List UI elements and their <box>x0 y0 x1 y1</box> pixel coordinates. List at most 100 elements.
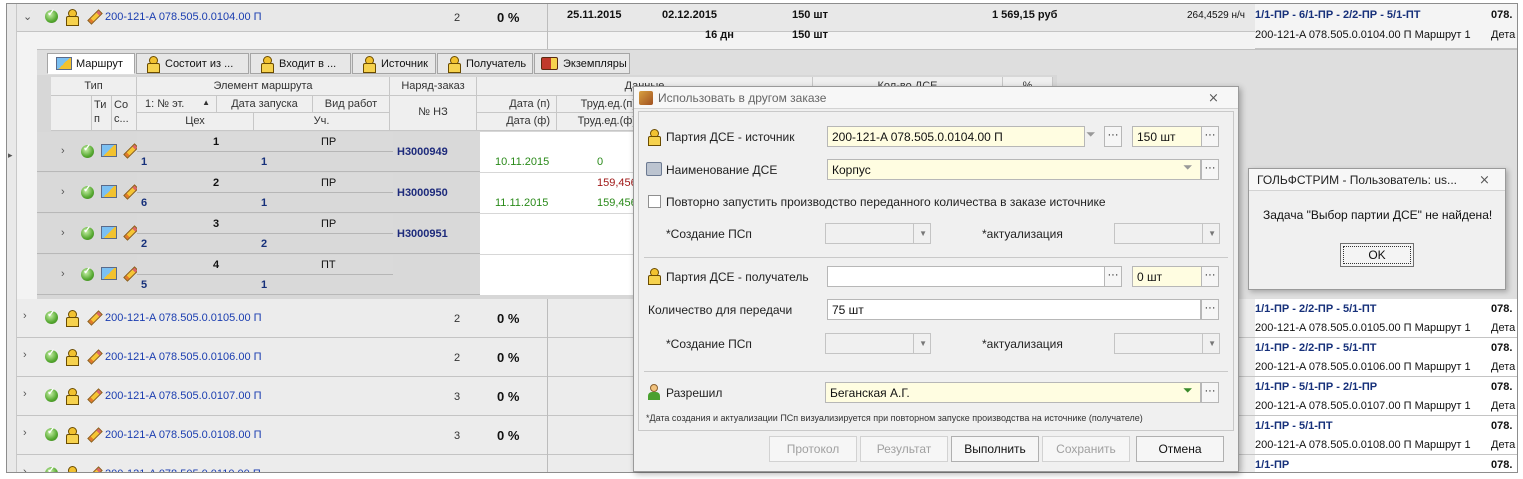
create-psp-select-2[interactable]: ▼ <box>825 333 931 354</box>
create-psp-select[interactable]: ▼ <box>825 223 931 244</box>
recipient-browse-button[interactable]: ··· <box>1104 266 1122 287</box>
date-end: 02.12.2015 <box>662 9 718 21</box>
header-labor-f[interactable]: Труд.ед.(ф) <box>557 113 637 131</box>
pencil-icon[interactable] <box>87 388 103 404</box>
chevron-right-icon[interactable]: › <box>23 427 27 439</box>
order-number[interactable]: Н3000950 <box>397 187 448 199</box>
worker-icon <box>648 268 661 285</box>
tab-label: Маршрут <box>76 58 123 70</box>
header-work-type[interactable]: Вид работ <box>313 96 390 113</box>
chevron-right-icon[interactable]: › <box>61 145 65 157</box>
approved-input[interactable]: Беганская А.Г. <box>825 382 1201 403</box>
chevron-right-icon[interactable]: › <box>23 388 27 400</box>
work-type: ПР <box>321 218 337 230</box>
separator <box>644 371 1228 372</box>
chevron-right-icon[interactable]: › <box>23 466 27 472</box>
message-title: ГОЛЬФСТРИМ - Пользователь: us... <box>1249 169 1505 191</box>
col-num: 078. <box>1491 342 1513 354</box>
worker-icon <box>448 56 461 73</box>
filter-icon[interactable]: ⏷ <box>1183 383 1193 398</box>
header-date-p[interactable]: Дата (п) <box>477 96 557 113</box>
header-step[interactable]: 1: № эт. ▲ <box>137 96 217 113</box>
route-text: 1/1-ПР - 2/2-ПР - 5/1-ПТ <box>1255 303 1377 315</box>
filter-icon[interactable]: ⏷ <box>1086 127 1096 142</box>
tab-2[interactable]: Состоит из ... <box>136 53 249 74</box>
chevron-right-icon[interactable]: › <box>61 186 65 198</box>
source-qty-input[interactable]: 150 шт <box>1132 126 1202 147</box>
pencil-icon[interactable] <box>87 9 103 25</box>
tab-4[interactable]: Источник <box>352 53 436 74</box>
shop: 2 <box>141 238 148 250</box>
order-number[interactable]: Н3000951 <box>397 228 448 240</box>
filter-icon[interactable]: ⏷ <box>1183 160 1193 175</box>
header-labor-p[interactable]: Труд.ед.(п) <box>557 96 637 113</box>
row-indicator-icon: ▸ <box>8 150 13 160</box>
date-start: 25.11.2015 <box>567 9 622 21</box>
approved-browse-button[interactable]: ··· <box>1201 382 1219 403</box>
pencil-icon[interactable] <box>87 466 103 472</box>
transfer-browse-button[interactable]: ··· <box>1201 299 1219 320</box>
close-icon[interactable]: ⨯ <box>1208 90 1219 106</box>
status-ok-icon <box>81 225 94 240</box>
count: 2 <box>454 352 461 364</box>
sort-asc-icon[interactable]: ▲ <box>202 98 210 107</box>
header-ti: Ти п <box>92 96 112 131</box>
step-number: 4 <box>213 259 220 271</box>
transfer-qty-input[interactable]: 75 шт <box>827 299 1201 320</box>
source-browse-button[interactable]: ··· <box>1104 126 1122 147</box>
header-launch-date[interactable]: Дата запуска <box>217 96 313 113</box>
tab-1[interactable]: Маршрут <box>47 53 135 74</box>
pencil-icon[interactable] <box>87 310 103 326</box>
header-nz[interactable]: № НЗ <box>390 96 477 131</box>
chevron-down-icon[interactable]: ⌄ <box>23 10 32 23</box>
recipient-qty-button[interactable]: ··· <box>1201 266 1219 287</box>
part-code[interactable]: 200-121-A 078.505.0.0106.00 П <box>105 351 262 363</box>
close-icon[interactable]: ⨯ <box>1479 172 1490 188</box>
col-det: Дета <box>1491 400 1516 412</box>
pencil-icon[interactable] <box>87 427 103 443</box>
part-code[interactable]: 200-121-A 078.505.0.0105.00 П <box>105 312 262 324</box>
source-label: Партия ДСЕ - источник <box>666 130 795 144</box>
relaunch-checkbox[interactable] <box>648 195 661 208</box>
actualization-select[interactable]: ▼ <box>1114 223 1220 244</box>
route-sub: 200-121-A 078.505.0.0106.00 П Маршрут 1 <box>1255 361 1471 373</box>
part-code[interactable]: 200-121-A 078.505.0.0104.00 П <box>105 11 262 23</box>
route-sub: 200-121-A 078.505.0.0104.00 П Маршрут 1 <box>1255 29 1471 41</box>
chevron-right-icon[interactable]: › <box>61 268 65 280</box>
tab-3[interactable]: Входит в ... <box>250 53 351 74</box>
recipient-qty-input[interactable]: 0 шт <box>1132 266 1202 287</box>
header-date-f[interactable]: Дата (ф) <box>477 113 557 131</box>
part-code[interactable]: 200-121-A 078.505.0.0110.00 П <box>105 468 261 472</box>
tab-5[interactable]: Получатель <box>437 53 533 74</box>
execute-button[interactable]: Выполнить <box>951 436 1039 462</box>
source-qty-button[interactable]: ··· <box>1201 126 1219 147</box>
chevron-right-icon[interactable]: › <box>23 349 27 361</box>
chevron-right-icon[interactable]: › <box>23 310 27 322</box>
name-label: Наименование ДСЕ <box>666 163 778 177</box>
save-button[interactable]: Сохранить <box>1042 436 1130 462</box>
step-number: 2 <box>213 177 220 189</box>
name-input[interactable]: Корпус <box>827 159 1201 180</box>
header-shop[interactable]: Цех <box>137 113 254 131</box>
route-cell: 1/1-ПР - 2/2-ПР - 5/1-ПТ 200-121-A 078.50… <box>1255 299 1517 338</box>
chevron-right-icon[interactable]: › <box>61 227 65 239</box>
source-input[interactable]: 200-121-A 078.505.0.0104.00 П <box>827 126 1085 147</box>
recipient-input[interactable] <box>827 266 1105 287</box>
header-section[interactable]: Уч. <box>254 113 390 131</box>
ok-button[interactable]: OK <box>1340 243 1414 267</box>
tab-6[interactable]: Экземпляры <box>534 53 630 74</box>
part-code[interactable]: 200-121-A 078.505.0.0107.00 П <box>105 390 262 402</box>
work-type: ПР <box>321 136 337 148</box>
route-text: 1/1-ПР - 5/1-ПР - 2/1-ПР <box>1255 381 1378 393</box>
name-browse-button[interactable]: ··· <box>1201 159 1219 180</box>
order-number[interactable]: Н3000949 <box>397 146 448 158</box>
result-button[interactable]: Результат <box>860 436 948 462</box>
protocol-button[interactable]: Протокол <box>769 436 857 462</box>
route-text: 1/1-ПР - 2/2-ПР - 5/1-ПТ <box>1255 342 1377 354</box>
tab-label: Экземпляры <box>563 58 627 70</box>
cancel-button[interactable]: Отмена <box>1136 436 1224 462</box>
actualization-select-2[interactable]: ▼ <box>1114 333 1220 354</box>
part-code[interactable]: 200-121-A 078.505.0.0108.00 П <box>105 429 262 441</box>
pencil-icon[interactable] <box>87 349 103 365</box>
worker-icon <box>261 56 274 73</box>
